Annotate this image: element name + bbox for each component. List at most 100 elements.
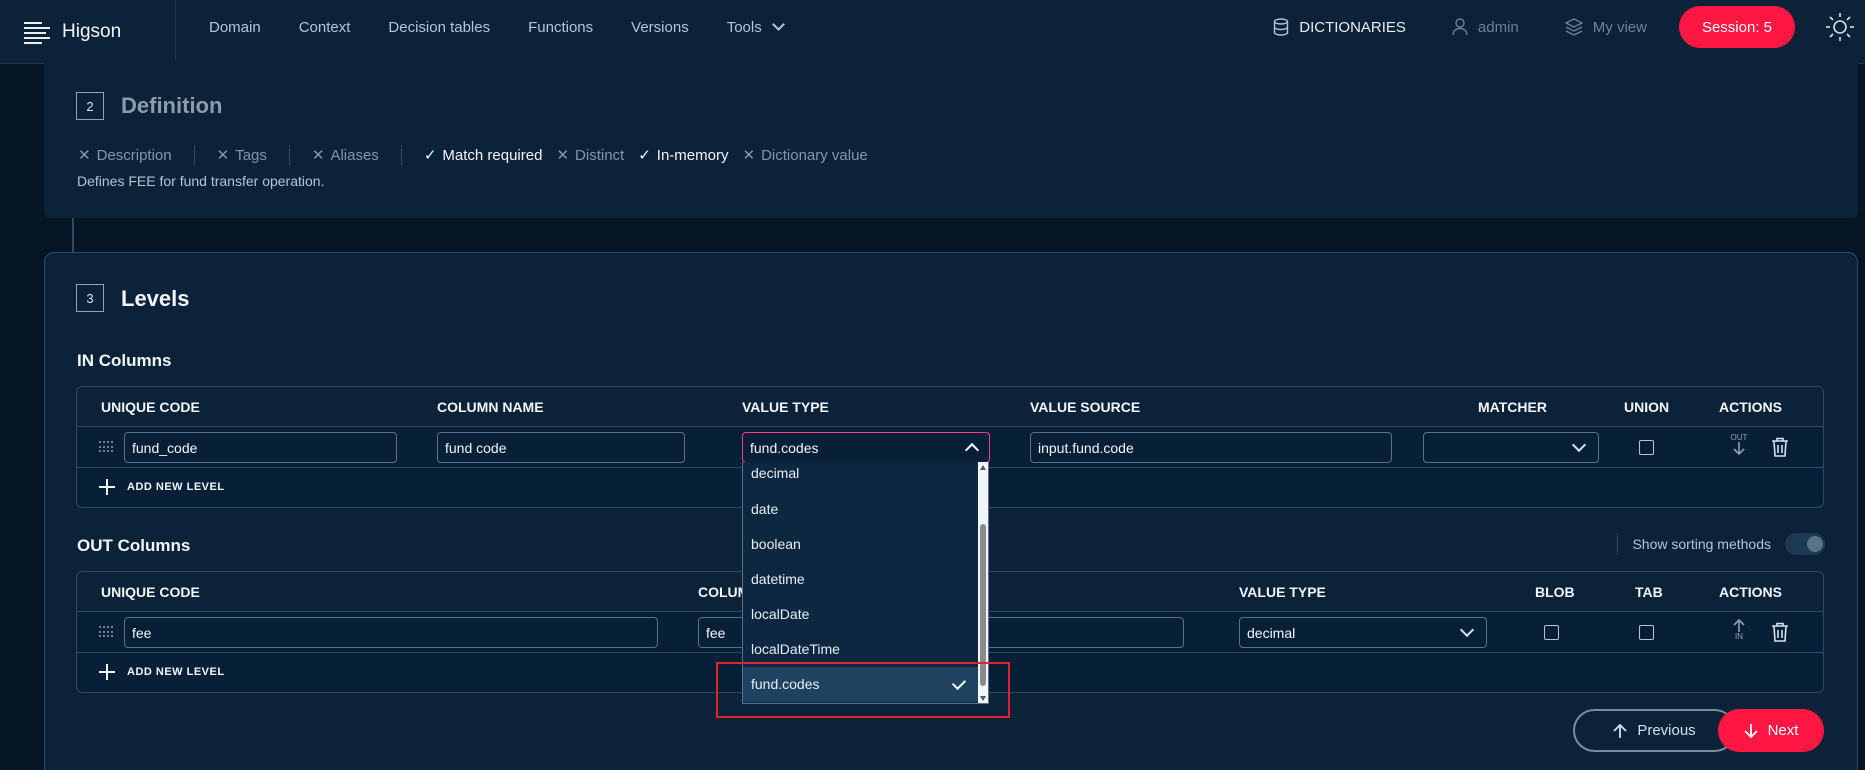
value-type-select[interactable]: fund.codes [742, 432, 990, 463]
nav-functions[interactable]: Functions [509, 19, 612, 36]
levels-title: Levels [121, 286, 190, 311]
definition-step-number: 2 [76, 92, 104, 120]
move-to-in-button[interactable]: IN [1727, 618, 1751, 648]
drag-handle-icon[interactable] [99, 626, 113, 638]
drag-handle-icon[interactable] [99, 441, 113, 453]
col-unique-code: UNIQUE CODE [101, 584, 200, 600]
layers-icon [1564, 18, 1583, 36]
flag-divider [193, 145, 195, 165]
previous-button[interactable]: Previous [1573, 709, 1736, 752]
trash-icon[interactable] [1771, 437, 1789, 457]
my-view-label: My view [1592, 18, 1647, 36]
add-new-level-button[interactable]: ADD NEW LEVEL [99, 479, 225, 495]
previous-label: Previous [1637, 722, 1696, 739]
theme-toggle-sun-icon[interactable] [1825, 12, 1855, 42]
in-columns-title: IN Columns [77, 351, 172, 370]
blob-checkbox[interactable] [1544, 625, 1559, 640]
dictionaries-link[interactable]: DICTIONARIES [1273, 18, 1406, 36]
top-bar: Higson Domain Context Decision tables Fu… [0, 0, 1865, 64]
flag-tags[interactable]: ✕ Tags [216, 146, 267, 165]
direction-label: IN [1735, 632, 1743, 641]
col-tab: TAB [1635, 584, 1663, 600]
user-menu[interactable]: admin [1452, 18, 1519, 36]
col-matcher: MATCHER [1478, 399, 1547, 415]
flag-match-required[interactable]: ✓ Match required [423, 146, 543, 165]
unique-code-input[interactable]: fund_code [124, 432, 397, 463]
selection-highlight-box [716, 662, 1010, 718]
flag-label: In-memory [656, 146, 729, 164]
my-view-link[interactable]: My view [1564, 18, 1647, 36]
logo-icon [24, 20, 52, 44]
dropdown-option[interactable]: localDate [743, 597, 979, 632]
definition-section [44, 60, 1858, 218]
add-new-level-button[interactable]: ADD NEW LEVEL [99, 664, 225, 680]
flag-in-memory[interactable]: ✓ In-memory [638, 146, 729, 165]
dropdown-option[interactable]: boolean [743, 527, 979, 562]
toggle-divider [1617, 533, 1619, 555]
flag-dictionary-value[interactable]: ✕ Dictionary value [742, 146, 868, 165]
value-type-select[interactable]: decimal [1239, 617, 1487, 648]
tab-checkbox[interactable] [1639, 625, 1654, 640]
right-nav: DICTIONARIES admin My view Session: 5 [1273, 0, 1865, 54]
x-icon: ✕ [742, 147, 756, 164]
show-sorting-toggle[interactable] [1785, 533, 1825, 555]
move-to-out-button[interactable]: OUT [1727, 433, 1751, 463]
col-actions: ACTIONS [1719, 584, 1782, 600]
add-level-label: ADD NEW LEVEL [127, 481, 225, 493]
chevron-down-icon [771, 18, 785, 31]
definition-title: Definition [121, 93, 223, 118]
flag-aliases[interactable]: ✕ Aliases [312, 146, 379, 165]
col-column-name: COLUMN NAME [437, 399, 544, 415]
flag-label: Distinct [575, 146, 625, 164]
col-value-type: VALUE TYPE [742, 399, 829, 415]
x-icon: ✕ [556, 147, 570, 164]
plus-icon [99, 664, 115, 680]
chevron-up-icon [964, 442, 980, 458]
dropdown-option[interactable]: date [743, 492, 979, 527]
flag-label: Description [96, 146, 172, 164]
flag-label: Dictionary value [761, 146, 868, 164]
nav-versions[interactable]: Versions [612, 19, 708, 36]
union-checkbox[interactable] [1639, 440, 1654, 455]
flag-divider [400, 145, 402, 165]
x-icon: ✕ [216, 147, 230, 164]
nav-domain[interactable]: Domain [190, 19, 280, 36]
show-sorting-methods: Show sorting methods [1617, 533, 1825, 555]
trash-icon[interactable] [1771, 622, 1789, 642]
matcher-select[interactable] [1423, 432, 1599, 463]
nav-tools-label: Tools [726, 18, 762, 36]
flag-label: Aliases [330, 146, 379, 164]
app-logo[interactable]: Higson [24, 14, 121, 50]
flag-description[interactable]: ✕ Description [78, 146, 172, 165]
definition-flags: ✕ Description ✕ Tags ✕ Aliases ✓ Match requi… [78, 145, 890, 165]
flag-divider [288, 145, 290, 165]
value-source-input[interactable]: input.fund.code [1030, 432, 1392, 463]
session-button[interactable]: Session: 5 [1678, 6, 1795, 48]
nav-context[interactable]: Context [280, 19, 370, 36]
chevron-down-icon [1571, 437, 1587, 453]
in-table-header: UNIQUE CODE COLUMN NAME VALUE TYPE VALUE… [77, 387, 1823, 427]
arrow-up-icon [1613, 723, 1627, 738]
arrow-down-icon [1733, 442, 1745, 456]
dropdown-option[interactable]: datetime [743, 562, 979, 597]
app-name: Higson [62, 21, 122, 42]
arrow-up-icon [1733, 618, 1745, 632]
user-name: admin [1477, 18, 1519, 36]
column-name-input[interactable]: fund code [437, 432, 685, 463]
next-button[interactable]: Next [1718, 709, 1824, 752]
value-type-value: decimal [1247, 625, 1296, 641]
show-sorting-label: Show sorting methods [1632, 536, 1771, 552]
flag-distinct[interactable]: ✕ Distinct [556, 146, 625, 165]
x-icon: ✕ [78, 147, 91, 164]
arrow-down-icon [1743, 723, 1758, 738]
nav-tools[interactable]: Tools [708, 18, 802, 36]
nav-decision-tables[interactable]: Decision tables [369, 19, 509, 36]
col-blob: BLOB [1535, 584, 1575, 600]
unique-code-input[interactable]: fee [124, 617, 658, 648]
dictionaries-label: DICTIONARIES [1299, 18, 1406, 36]
flag-label: Match required [442, 146, 543, 164]
col-unique-code: UNIQUE CODE [101, 399, 200, 415]
section-connector [72, 218, 74, 252]
check-icon: ✓ [423, 147, 437, 164]
chevron-down-icon [1459, 622, 1475, 638]
